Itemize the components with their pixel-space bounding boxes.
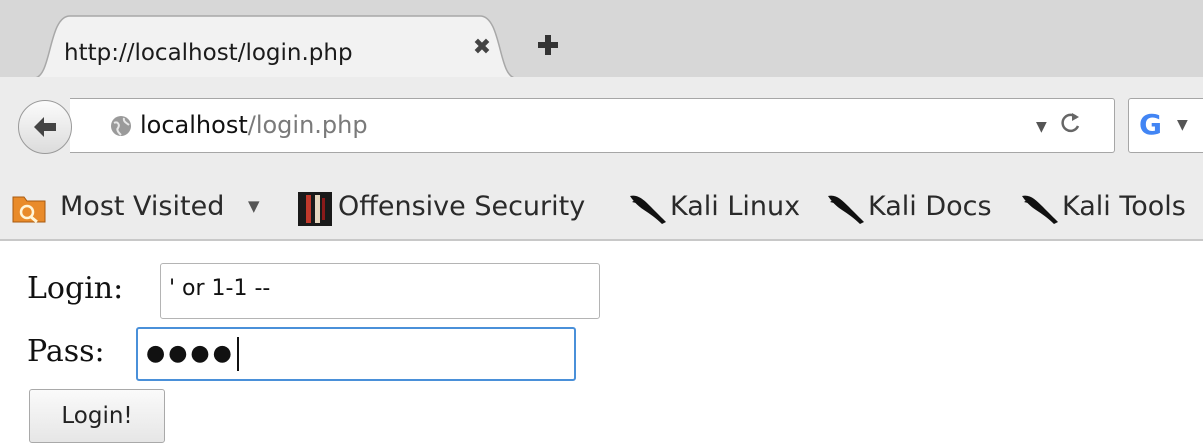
back-arrow-icon xyxy=(34,117,56,137)
bookmark-most-visited[interactable]: Most Visited ▼ xyxy=(12,189,274,225)
kali-dragon-icon xyxy=(828,195,864,224)
search-engine-dropdown-icon[interactable]: ▼ xyxy=(1177,117,1188,133)
bookmark-label: Kali Linux xyxy=(670,191,801,222)
pass-label: Pass: xyxy=(27,334,105,369)
bookmark-label: Offensive Security xyxy=(338,191,586,222)
tab-strip: http://localhost/login.php ✖ xyxy=(0,0,1203,78)
navigation-bar: localhost/login.php ▼ G ▼ xyxy=(0,77,1203,175)
kali-dragon-icon xyxy=(1022,195,1058,224)
google-icon: G xyxy=(1139,108,1162,141)
bookmark-offensive-security[interactable]: Offensive Security xyxy=(298,189,606,226)
chevron-down-icon: ▼ xyxy=(248,197,260,215)
url-host: localhost xyxy=(140,111,248,139)
login-label: Login: xyxy=(27,271,124,306)
back-button[interactable] xyxy=(18,100,72,154)
password-dots: ●●●● xyxy=(146,341,235,366)
search-box[interactable]: G ▼ xyxy=(1128,98,1203,153)
text-caret xyxy=(236,337,239,371)
offensive-security-icon xyxy=(298,192,332,226)
bookmark-label: Most Visited xyxy=(60,191,225,222)
bookmark-label: Kali Docs xyxy=(868,191,992,222)
bookmark-kali-linux[interactable]: Kali Linux xyxy=(628,189,808,225)
password-input[interactable]: ●●●● xyxy=(136,327,576,381)
new-tab-plus-icon[interactable] xyxy=(537,34,559,56)
bookmark-label: Kali Tools xyxy=(1062,191,1186,222)
url-history-dropdown-icon[interactable]: ▼ xyxy=(1036,119,1047,135)
url-path: /login.php xyxy=(247,111,368,139)
tab-title: http://localhost/login.php xyxy=(64,40,353,66)
bookmark-kali-docs[interactable]: Kali Docs xyxy=(826,189,1006,225)
most-visited-folder-icon xyxy=(12,196,46,224)
url-bar[interactable]: localhost/login.php ▼ xyxy=(70,98,1115,153)
page-content: Login: ' or 1-1 -- Pass: ●●●● Login! xyxy=(0,241,1203,444)
reload-icon[interactable] xyxy=(1060,111,1082,141)
login-submit-button[interactable]: Login! xyxy=(29,389,165,443)
tab-login-php[interactable]: http://localhost/login.php ✖ xyxy=(34,12,516,78)
bookmark-kali-tools[interactable]: Kali Tools xyxy=(1020,189,1203,225)
kali-dragon-icon xyxy=(630,195,666,224)
bookmarks-toolbar: Most Visited ▼ Offensive Security Kali L… xyxy=(0,175,1203,241)
login-input[interactable]: ' or 1-1 -- xyxy=(160,263,600,319)
globe-icon xyxy=(110,115,132,141)
close-tab-icon[interactable]: ✖ xyxy=(470,36,494,60)
url-text: localhost/login.php xyxy=(140,111,368,139)
